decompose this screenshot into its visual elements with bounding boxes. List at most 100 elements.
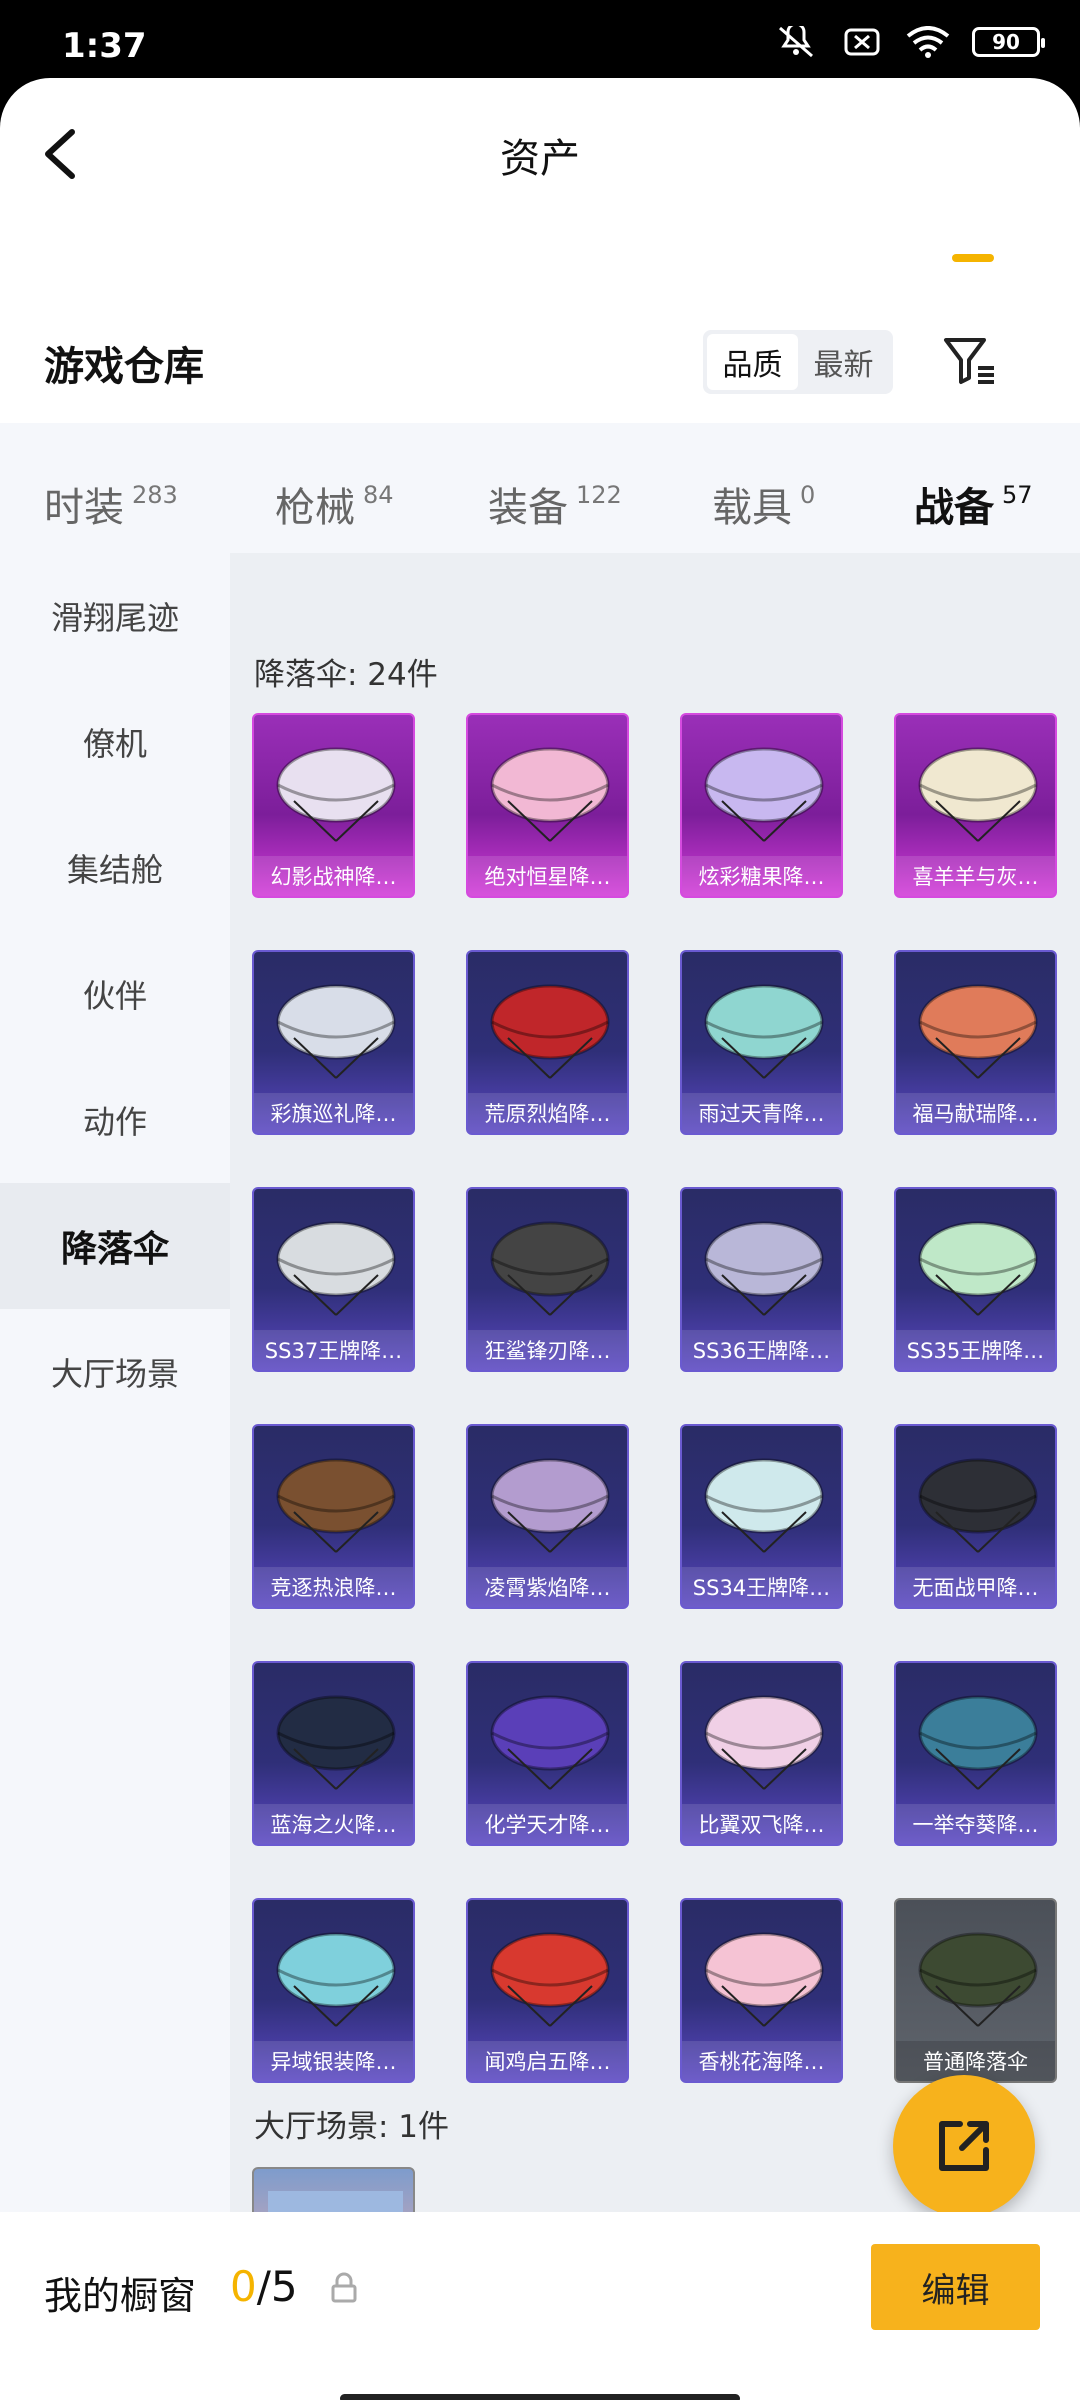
parachute-item[interactable]: 荒原烈焰降… [466, 950, 629, 1135]
parachute-item-label: 喜羊羊与灰… [896, 856, 1055, 896]
lock-icon [331, 2272, 357, 2303]
parachute-thumbnail [918, 984, 1038, 1079]
parachute-item-label: 荒原烈焰降… [468, 1093, 627, 1133]
parachute-thumbnail [918, 1932, 1038, 2027]
external-link-icon [939, 2121, 989, 2171]
mute-icon [774, 26, 818, 58]
parachute-item[interactable]: 彩旗巡礼降… [252, 950, 415, 1135]
sidebar-item-assembly-pod[interactable]: 集结舱 [0, 805, 230, 931]
parachute-item[interactable]: 蓝海之火降… [252, 1661, 415, 1846]
tab-label: 装备 [488, 485, 568, 531]
section-heading-lobby: 大厅场景: 1件 [254, 2109, 450, 2145]
parachute-item[interactable]: 狂鲨锋刃降… [466, 1187, 629, 1372]
sort-option-quality[interactable]: 品质 [707, 334, 798, 390]
tab-label: 时装 [44, 485, 124, 531]
tab-label: 枪械 [275, 485, 355, 531]
filter-icon [944, 338, 994, 384]
sidebar-item-parachute[interactable]: 降落伞 [0, 1183, 230, 1309]
parachute-thumbnail [276, 984, 396, 1079]
status-icons: 90 [774, 26, 1045, 58]
parachute-item[interactable]: 化学天才降… [466, 1661, 629, 1846]
category-tabs: 时装 283 枪械 84 装备 122 载具 0 战备 57 [0, 423, 1080, 553]
showcase-count-current: 0 [230, 2262, 257, 2311]
parachute-item-label: SS36王牌降… [682, 1330, 841, 1370]
parachute-item-label: SS35王牌降… [896, 1330, 1055, 1370]
parachute-item[interactable]: 一举夺葵降… [894, 1661, 1057, 1846]
parachute-item[interactable]: 普通降落伞 [894, 1898, 1057, 2083]
tab-label: 战备 [914, 485, 994, 531]
parachute-item[interactable]: 竞逐热浪降… [252, 1424, 415, 1609]
tab-guns[interactable]: 枪械 84 [275, 475, 394, 533]
parachute-thumbnail [704, 1221, 824, 1316]
tab-label: 载具 [712, 485, 792, 531]
tab-battle-prep[interactable]: 战备 57 [914, 475, 1033, 533]
section-heading-parachute: 降落伞: 24件 [254, 657, 438, 693]
status-time: 1:37 [62, 26, 147, 66]
tab-fashion[interactable]: 时装 283 [44, 475, 178, 533]
page-title: 资产 [500, 136, 580, 182]
parachute-item[interactable]: SS34王牌降… [680, 1424, 843, 1609]
tab-count: 84 [363, 481, 394, 509]
parachute-item-label: 凌霄紫焰降… [468, 1567, 627, 1607]
showcase-bar: 我的橱窗 0/5 编辑 [0, 2212, 1080, 2400]
home-indicator [340, 2394, 740, 2400]
parachute-thumbnail [490, 1221, 610, 1316]
parachute-thumbnail [704, 1458, 824, 1553]
parachute-item-label: 化学天才降… [468, 1804, 627, 1844]
edit-button[interactable]: 编辑 [871, 2244, 1040, 2330]
parachute-item[interactable]: SS36王牌降… [680, 1187, 843, 1372]
parachute-item[interactable]: 异域银装降… [252, 1898, 415, 2083]
showcase-count: 0/5 [230, 2262, 298, 2311]
parachute-item-label: 无面战甲降… [896, 1567, 1055, 1607]
parachute-item-label: SS37王牌降… [254, 1330, 413, 1370]
parachute-item-label: 炫彩糖果降… [682, 856, 841, 896]
sort-option-newest[interactable]: 最新 [798, 334, 889, 390]
sim-off-icon [840, 26, 884, 58]
parachute-item[interactable]: 绝对恒星降… [466, 713, 629, 898]
parachute-thumbnail [704, 1695, 824, 1790]
parachute-item[interactable]: SS35王牌降… [894, 1187, 1057, 1372]
showcase-count-total: /5 [256, 2262, 298, 2311]
parachute-thumbnail [704, 747, 824, 842]
parachute-item[interactable]: 喜羊羊与灰… [894, 713, 1057, 898]
app-surface: 资产 游戏仓库 品质 最新 时装 283 枪械 84 装备 122 载具 0 战备 57 … [0, 78, 1080, 2400]
status-bar: 1:37 90 [0, 0, 1080, 80]
parachute-item[interactable]: 闻鸡启五降… [466, 1898, 629, 2083]
tab-count: 122 [576, 481, 622, 509]
parachute-item-label: SS34王牌降… [682, 1567, 841, 1607]
sidebar-item-companion[interactable]: 伙伴 [0, 931, 230, 1057]
parachute-item[interactable]: 炫彩糖果降… [680, 713, 843, 898]
parachute-thumbnail [490, 1932, 610, 2027]
sidebar-item-wingman[interactable]: 僚机 [0, 679, 230, 805]
tab-vehicles[interactable]: 载具 0 [712, 475, 815, 533]
parachute-item[interactable]: SS37王牌降… [252, 1187, 415, 1372]
sidebar-item-lobby-scene[interactable]: 大厅场景 [0, 1309, 230, 1435]
wifi-icon [906, 26, 950, 58]
sidebar-item-glide-trail[interactable]: 滑翔尾迹 [0, 553, 230, 679]
top-bar: 资产 [0, 78, 1080, 228]
parachute-item[interactable]: 福马献瑞降… [894, 950, 1057, 1135]
sidebar-item-emote[interactable]: 动作 [0, 1057, 230, 1183]
parachute-item[interactable]: 雨过天青降… [680, 950, 843, 1135]
parachute-thumbnail [276, 1932, 396, 2027]
parachute-item-label: 一举夺葵降… [896, 1804, 1055, 1844]
parachute-item-label: 绝对恒星降… [468, 856, 627, 896]
parachute-item[interactable]: 无面战甲降… [894, 1424, 1057, 1609]
parachute-thumbnail [490, 1458, 610, 1553]
parachute-item[interactable]: 香桃花海降… [680, 1898, 843, 2083]
parachute-item[interactable]: 凌霄紫焰降… [466, 1424, 629, 1609]
parachute-thumbnail [276, 1458, 396, 1553]
filter-button[interactable] [940, 330, 1000, 390]
share-fab[interactable] [893, 2075, 1035, 2217]
parachute-item-label: 香桃花海降… [682, 2041, 841, 2081]
battery-indicator: 90 [972, 27, 1045, 57]
parachute-item-label: 彩旗巡礼降… [254, 1093, 413, 1133]
showcase-label: 我的橱窗 [44, 2274, 197, 2318]
parachute-item-label: 竞逐热浪降… [254, 1567, 413, 1607]
parachute-item[interactable]: 幻影战神降… [252, 713, 415, 898]
tab-equipment[interactable]: 装备 122 [488, 475, 622, 533]
parachute-item-label: 福马献瑞降… [896, 1093, 1055, 1133]
sort-segmented-control: 品质 最新 [703, 330, 893, 394]
parachute-item[interactable]: 比翼双飞降… [680, 1661, 843, 1846]
parachute-item-label: 狂鲨锋刃降… [468, 1330, 627, 1370]
